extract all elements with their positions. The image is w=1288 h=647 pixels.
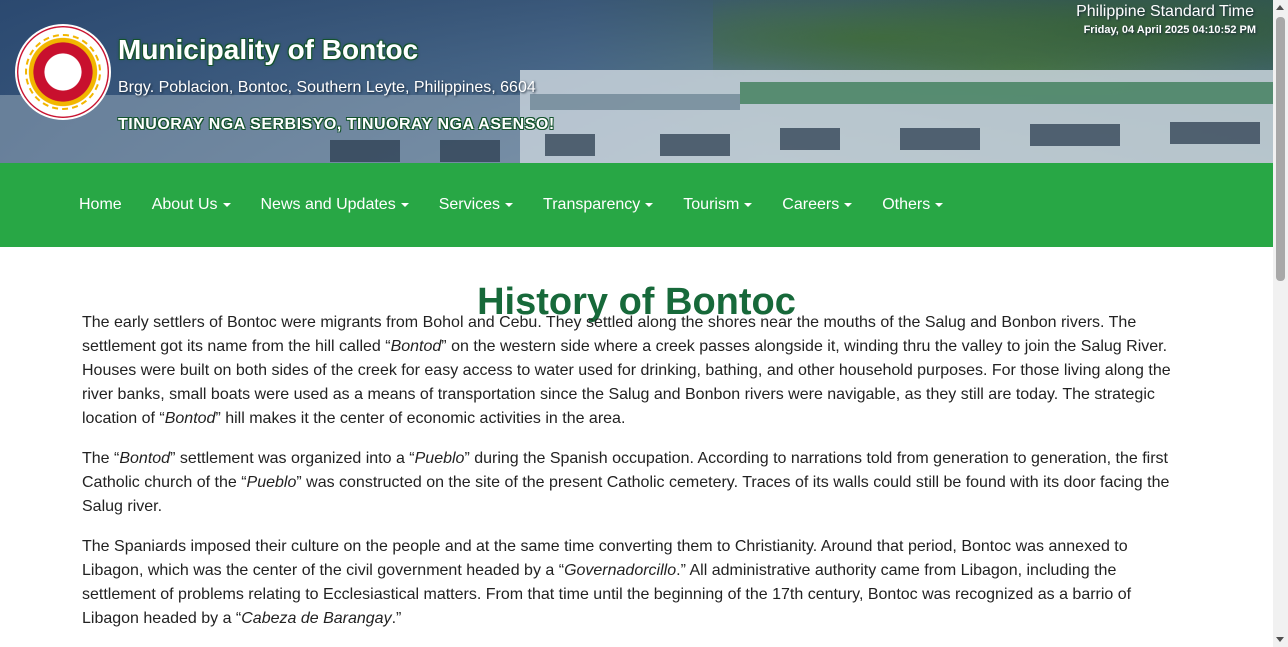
caret-down-icon <box>222 203 231 207</box>
banner-building-roof <box>740 82 1273 104</box>
paragraph-text: .” <box>391 610 402 627</box>
emphasized-term: Bontod <box>390 338 442 355</box>
banner-window <box>900 128 980 150</box>
paragraph-text: ” hill makes it the center of economic a… <box>215 410 626 427</box>
caret-down-icon <box>645 203 654 207</box>
vertical-scrollbar[interactable] <box>1273 0 1288 647</box>
banner-window <box>440 140 500 162</box>
site-title[interactable]: Municipality of Bontoc <box>118 34 418 66</box>
banner-window <box>545 134 595 156</box>
nav-item-label: Home <box>79 196 122 213</box>
article-paragraph: The Spaniards imposed their culture on t… <box>82 535 1182 631</box>
emphasized-term: Governadorcillo <box>564 562 677 579</box>
banner-window <box>1170 122 1260 144</box>
emphasized-term: Bontod <box>164 410 216 427</box>
article-body: The early settlers of Bontoc were migran… <box>82 311 1182 647</box>
emphasized-term: Pueblo <box>246 474 297 491</box>
caret-down-icon <box>935 203 944 207</box>
seal-ring <box>25 34 101 110</box>
caret-down-icon <box>744 203 753 207</box>
site-address: Brgy. Poblacion, Bontoc, Southern Leyte,… <box>118 79 536 96</box>
paragraph-text: The “ <box>82 450 120 467</box>
nav-item-label: News and Updates <box>260 196 396 213</box>
scrollbar-thumb[interactable] <box>1276 17 1285 281</box>
nav-item-label: About Us <box>151 196 218 213</box>
pst-clock-time: Friday, 04 April 2025 04:10:52 PM <box>1083 24 1256 36</box>
article-paragraph: The early settlers of Bontoc were migran… <box>82 311 1182 431</box>
caret-down-icon <box>844 203 853 207</box>
nav-item-home[interactable]: Home <box>64 196 137 214</box>
nav-item-label: Tourism <box>683 196 740 213</box>
article-paragraph: The “Bontod” settlement was organized in… <box>82 447 1182 519</box>
nav-item-label: Services <box>438 196 501 213</box>
nav-item-label: Others <box>882 196 931 213</box>
caret-down-icon <box>505 203 514 207</box>
pst-clock-label: Philippine Standard Time <box>1076 3 1254 20</box>
nav-item-label: Careers <box>782 196 840 213</box>
scroll-up-arrow-icon[interactable] <box>1273 0 1288 15</box>
scroll-down-arrow-icon[interactable] <box>1273 632 1288 647</box>
emphasized-term: Cabeza de Barangay <box>241 610 392 627</box>
main-navbar: Home About Us News and Updates Services Tran… <box>0 163 1273 247</box>
banner-window <box>660 134 730 156</box>
nav-item-services[interactable]: Services <box>424 196 528 214</box>
nav-item-transparency[interactable]: Transparency <box>528 196 668 214</box>
banner-window <box>780 128 840 150</box>
emphasized-term: Pueblo <box>414 450 465 467</box>
banner-window <box>330 140 400 162</box>
paragraph-text: ” settlement was organized into a “ <box>170 450 415 467</box>
municipal-seal-icon[interactable] <box>15 24 111 120</box>
emphasized-term: Bontod <box>119 450 171 467</box>
nav-item-tourism[interactable]: Tourism <box>668 196 767 214</box>
banner-window <box>1030 124 1120 146</box>
nav-item-careers[interactable]: Careers <box>767 196 867 214</box>
banner-building-roof-left <box>530 94 740 110</box>
site-motto: TINUORAY NGA SERBISYO, TINUORAY NGA ASEN… <box>118 116 555 133</box>
nav-item-others[interactable]: Others <box>867 196 958 214</box>
caret-down-icon <box>400 203 409 207</box>
nav-list: Home About Us News and Updates Services Tran… <box>64 163 958 247</box>
nav-item-label: Transparency <box>543 196 641 213</box>
nav-item-news-and-updates[interactable]: News and Updates <box>246 196 424 214</box>
nav-item-about-us[interactable]: About Us <box>137 196 246 214</box>
